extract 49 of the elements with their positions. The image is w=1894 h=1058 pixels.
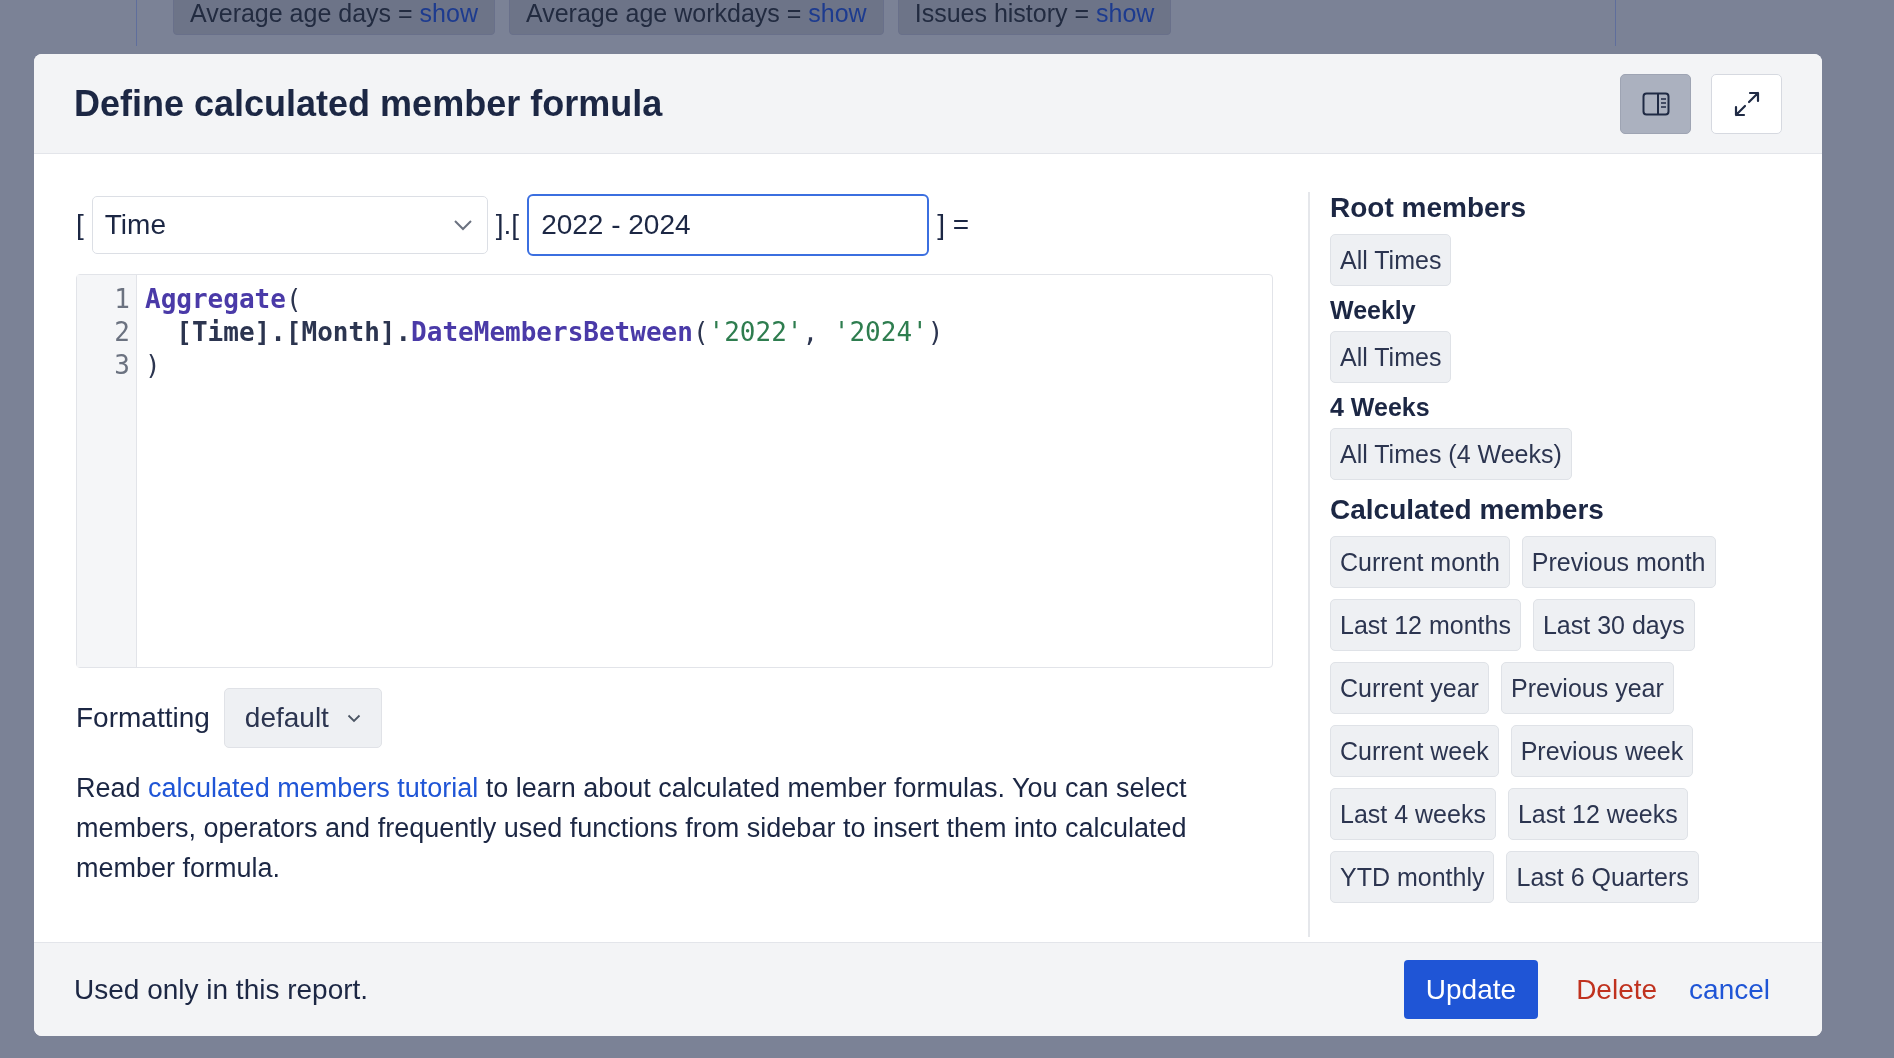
member-chip[interactable]: Previous month: [1521, 536, 1716, 588]
member-chip[interactable]: All Times (4 Weeks): [1330, 428, 1572, 480]
report-option-chip: Issues history = show: [897, 0, 1172, 35]
member-chip[interactable]: Last 4 weeks: [1330, 788, 1496, 840]
expand-button[interactable]: [1711, 73, 1782, 134]
member-name-field[interactable]: 2022 - 2024: [527, 194, 930, 256]
member-chip[interactable]: Current week: [1330, 725, 1499, 777]
member-chip[interactable]: Last 12 weeks: [1507, 788, 1688, 840]
member-chip[interactable]: Current month: [1330, 536, 1510, 588]
tutorial-link[interactable]: calculated members tutorial: [148, 773, 479, 803]
member-chip[interactable]: Last 12 months: [1330, 599, 1521, 651]
member-chip[interactable]: Current year: [1330, 662, 1489, 714]
report-option-chip: Average age workdays = show: [508, 0, 884, 35]
delete-button[interactable]: Delete: [1566, 960, 1668, 1019]
member-chip[interactable]: Previous week: [1510, 725, 1694, 777]
member-chip[interactable]: Last 30 days: [1532, 599, 1695, 651]
member-chip[interactable]: Last 6 Quarters: [1506, 851, 1699, 903]
dialog-title: Define calculated member formula: [74, 82, 663, 125]
line-number: 2: [113, 316, 131, 349]
sidebar-toggle-button[interactable]: [1620, 73, 1691, 134]
expand-icon: [1732, 89, 1761, 118]
help-paragraph: Read calculated members tutorial to learn about calculated member formulas. You can select members, operators and frequently used functions from sidebar to insert them into calculated member formula.: [76, 772, 1188, 885]
cancel-link[interactable]: cancel: [1679, 960, 1780, 1019]
section-heading: 4 Weeks: [1330, 393, 1431, 422]
code-editor[interactable]: 1 2 3 Aggregate( [Time].[Month].DateMembersBetween('2022', '2024') ): [76, 274, 1273, 668]
code-line: [Time].[Month].DateMembersBetween('2022', '2024'): [175, 316, 944, 349]
chevron-down-icon: [452, 219, 473, 231]
separator-text: ].[: [495, 209, 520, 241]
footer-note: Used only in this report.: [74, 973, 369, 1006]
member-chip[interactable]: All Times: [1330, 234, 1452, 286]
line-number: 3: [113, 349, 131, 382]
member-chip[interactable]: YTD monthly: [1330, 851, 1495, 903]
formatting-select[interactable]: default: [223, 688, 382, 748]
section-heading: Calculated members: [1330, 494, 1605, 526]
formatting-label: Formatting: [76, 702, 210, 734]
dimension-select[interactable]: Time: [91, 196, 488, 254]
code-line: Aggregate(: [145, 283, 303, 316]
member-chip[interactable]: Previous year: [1500, 662, 1674, 714]
member-chip[interactable]: All Times: [1330, 331, 1452, 383]
line-number: 1: [113, 283, 131, 316]
update-button[interactable]: Update: [1403, 960, 1539, 1019]
bracket-text: [: [76, 209, 84, 241]
report-option-chip: Average age days = show: [173, 0, 495, 35]
equals-text: ] =: [937, 209, 970, 241]
chevron-down-icon: [346, 713, 361, 723]
section-heading: Weekly: [1330, 296, 1417, 325]
section-heading: Root members: [1330, 192, 1528, 224]
sidebar-panel-icon: [1641, 91, 1670, 116]
code-line: ): [145, 349, 162, 382]
